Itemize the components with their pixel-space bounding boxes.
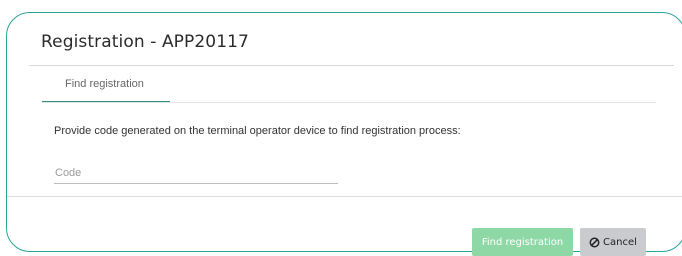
dialog-title: Registration - APP20117 xyxy=(41,32,249,52)
instruction-text: Provide code generated on the terminal o… xyxy=(54,125,461,137)
header-divider xyxy=(29,65,674,66)
tab-label: Find registration xyxy=(65,78,144,90)
tab-find-registration[interactable]: Find registration xyxy=(42,73,170,103)
tab-bar-divider xyxy=(42,102,656,103)
code-input[interactable] xyxy=(54,163,338,183)
cancel-button[interactable]: Cancel xyxy=(580,228,646,256)
tab-bar: Find registration xyxy=(42,73,656,103)
footer-divider xyxy=(7,196,682,197)
registration-dialog: Registration - APP20117 Find registratio… xyxy=(6,12,682,252)
code-field xyxy=(54,163,338,184)
find-registration-button[interactable]: Find registration xyxy=(472,228,573,256)
ban-icon xyxy=(589,237,600,247)
cancel-label: Cancel xyxy=(603,236,637,248)
